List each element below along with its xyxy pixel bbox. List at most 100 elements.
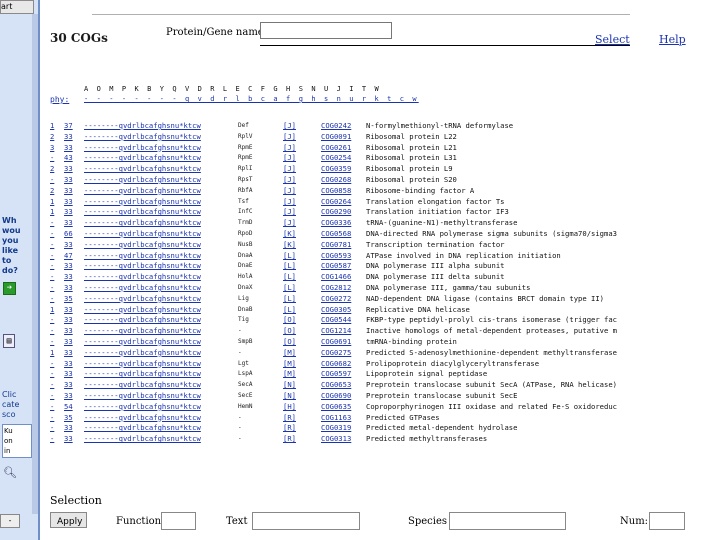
cog-category-link[interactable]: [R] — [283, 413, 296, 424]
cog-phylo-pattern-link[interactable]: --------qvdrlbcafghsnu*ktcw — [84, 391, 201, 402]
cog-id-link[interactable]: COG0272 — [321, 294, 351, 305]
cog-phylo-pattern-link[interactable]: --------qvdrlbcafghsnu*ktcw — [84, 423, 201, 434]
cog-phylo-pattern-link[interactable]: --------qvdrlbcafghsnu*ktcw — [84, 434, 201, 445]
cog-index-link[interactable]: - — [50, 294, 54, 305]
cog-phylo-pattern-link[interactable]: --------qvdrlbcafghsnu*ktcw — [84, 380, 201, 391]
cog-count-link[interactable]: 33 — [64, 207, 73, 218]
search-icon[interactable]: 🔍︎ — [3, 466, 17, 479]
cog-index-link[interactable]: - — [50, 413, 54, 424]
cog-category-link[interactable]: [N] — [283, 380, 296, 391]
cog-category-link[interactable]: [J] — [283, 197, 296, 208]
cog-id-link[interactable]: COG0691 — [321, 337, 351, 348]
cog-count-link[interactable]: 33 — [64, 218, 73, 229]
cog-count-link[interactable]: 33 — [64, 337, 73, 348]
cog-index-link[interactable]: - — [50, 337, 54, 348]
cog-category-link[interactable]: [R] — [283, 434, 296, 445]
cog-count-link[interactable]: 33 — [64, 369, 73, 380]
cog-id-link[interactable]: COG0264 — [321, 197, 351, 208]
phy-category-links[interactable]: - - - - - - - - q v d r l b c a f g h s … — [84, 95, 419, 103]
cog-category-link[interactable]: [R] — [283, 423, 296, 434]
cog-index-link[interactable]: - — [50, 272, 54, 283]
cog-phylo-pattern-link[interactable]: --------qvdrlbcafghsnu*ktcw — [84, 121, 201, 132]
sidebar-info-box[interactable]: Ku on in — [2, 424, 32, 458]
cog-category-link[interactable]: [J] — [283, 121, 296, 132]
cog-id-link[interactable]: COG0254 — [321, 153, 351, 164]
cog-category-link[interactable]: [N] — [283, 391, 296, 402]
cog-category-link[interactable]: [J] — [283, 207, 296, 218]
cog-category-link[interactable]: [H] — [283, 402, 296, 413]
cog-count-link[interactable]: 33 — [64, 261, 73, 272]
cog-id-link[interactable]: COG0682 — [321, 359, 351, 370]
cog-count-link[interactable]: 47 — [64, 251, 73, 262]
cog-category-link[interactable]: [L] — [283, 305, 296, 316]
cog-phylo-pattern-link[interactable]: --------qvdrlbcafghsnu*ktcw — [84, 175, 201, 186]
cog-phylo-pattern-link[interactable]: --------qvdrlbcafghsnu*ktcw — [84, 305, 201, 316]
cog-id-link[interactable]: COG0290 — [321, 207, 351, 218]
cog-count-link[interactable]: 33 — [64, 348, 73, 359]
cog-category-link[interactable]: [K] — [283, 240, 296, 251]
cog-index-link[interactable]: - — [50, 315, 54, 326]
cog-id-link[interactable]: COG0336 — [321, 218, 351, 229]
cog-category-link[interactable]: [J] — [283, 186, 296, 197]
cog-category-link[interactable]: [J] — [283, 153, 296, 164]
cog-id-link[interactable]: COG0091 — [321, 132, 351, 143]
cog-index-link[interactable]: - — [50, 283, 54, 294]
cog-index-link[interactable]: - — [50, 369, 54, 380]
cog-count-link[interactable]: 33 — [64, 380, 73, 391]
document-icon[interactable]: ▤ — [3, 334, 15, 348]
cog-count-link[interactable]: 54 — [64, 402, 73, 413]
go-arrow-icon[interactable]: ➔ — [3, 282, 16, 295]
cog-category-link[interactable]: [J] — [283, 218, 296, 229]
cog-index-link[interactable]: - — [50, 218, 54, 229]
cog-count-link[interactable]: 37 — [64, 121, 73, 132]
cog-phylo-pattern-link[interactable]: --------qvdrlbcafghsnu*ktcw — [84, 143, 201, 154]
cog-category-link[interactable]: [L] — [283, 261, 296, 272]
cog-id-link[interactable]: COG0268 — [321, 175, 351, 186]
cog-phylo-pattern-link[interactable]: --------qvdrlbcafghsnu*ktcw — [84, 153, 201, 164]
text-input[interactable] — [252, 512, 360, 530]
cog-phylo-pattern-link[interactable]: --------qvdrlbcafghsnu*ktcw — [84, 294, 201, 305]
cog-id-link[interactable]: COG0313 — [321, 434, 351, 445]
cog-count-link[interactable]: 43 — [64, 153, 73, 164]
cog-id-link[interactable]: COG0544 — [321, 315, 351, 326]
cog-count-link[interactable]: 33 — [64, 143, 73, 154]
cog-count-link[interactable]: 33 — [64, 197, 73, 208]
cog-index-link[interactable]: 1 — [50, 207, 54, 218]
cog-index-link[interactable]: - — [50, 261, 54, 272]
cog-phylo-pattern-link[interactable]: --------qvdrlbcafghsnu*ktcw — [84, 132, 201, 143]
cog-phylo-pattern-link[interactable]: --------qvdrlbcafghsnu*ktcw — [84, 326, 201, 337]
species-input[interactable] — [449, 512, 566, 530]
cog-phylo-pattern-link[interactable]: --------qvdrlbcafghsnu*ktcw — [84, 229, 201, 240]
cog-category-link[interactable]: [L] — [283, 272, 296, 283]
cog-index-link[interactable]: - — [50, 434, 54, 445]
cog-phylo-pattern-link[interactable]: --------qvdrlbcafghsnu*ktcw — [84, 402, 201, 413]
cog-id-link[interactable]: COG0635 — [321, 402, 351, 413]
cog-category-link[interactable]: [O] — [283, 337, 296, 348]
cog-index-link[interactable]: 2 — [50, 164, 54, 175]
cog-phylo-pattern-link[interactable]: --------qvdrlbcafghsnu*ktcw — [84, 337, 201, 348]
cog-count-link[interactable]: 33 — [64, 164, 73, 175]
cog-count-link[interactable]: 33 — [64, 315, 73, 326]
cog-phylo-pattern-link[interactable]: --------qvdrlbcafghsnu*ktcw — [84, 272, 201, 283]
cog-category-link[interactable]: [M] — [283, 348, 296, 359]
cog-id-link[interactable]: COG0781 — [321, 240, 351, 251]
cog-category-link[interactable]: [K] — [283, 229, 296, 240]
cog-phylo-pattern-link[interactable]: --------qvdrlbcafghsnu*ktcw — [84, 207, 201, 218]
cog-id-link[interactable]: COG0242 — [321, 121, 351, 132]
cog-index-link[interactable]: 3 — [50, 143, 54, 154]
cog-phylo-pattern-link[interactable]: --------qvdrlbcafghsnu*ktcw — [84, 164, 201, 175]
cog-phylo-pattern-link[interactable]: --------qvdrlbcafghsnu*ktcw — [84, 197, 201, 208]
cog-count-link[interactable]: 33 — [64, 326, 73, 337]
help-link[interactable]: Help — [659, 33, 686, 46]
cog-category-link[interactable]: [M] — [283, 369, 296, 380]
cog-count-link[interactable]: 33 — [64, 175, 73, 186]
cog-count-link[interactable]: 33 — [64, 359, 73, 370]
cog-id-link[interactable]: COG1214 — [321, 326, 351, 337]
cog-index-link[interactable]: - — [50, 380, 54, 391]
cog-id-link[interactable]: COG0275 — [321, 348, 351, 359]
cog-index-link[interactable]: - — [50, 402, 54, 413]
cog-phylo-pattern-link[interactable]: --------qvdrlbcafghsnu*ktcw — [84, 413, 201, 424]
cog-category-link[interactable]: [M] — [283, 359, 296, 370]
num-input[interactable] — [649, 512, 685, 530]
cog-category-link[interactable]: [J] — [283, 164, 296, 175]
